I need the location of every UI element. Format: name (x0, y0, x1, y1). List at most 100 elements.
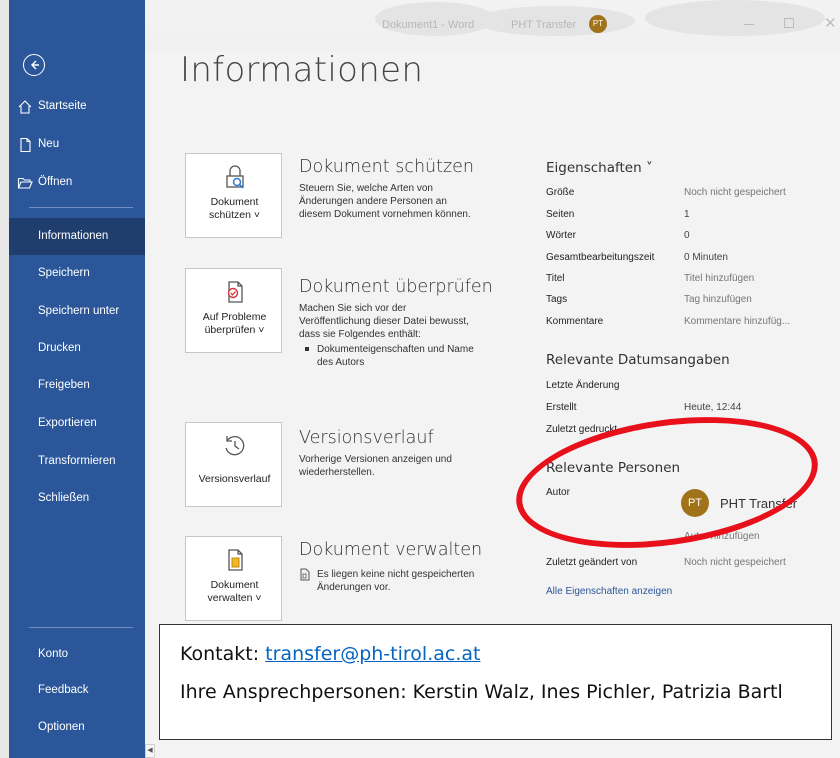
section-title-versions: Versionsverlauf (299, 428, 434, 448)
home-icon (18, 100, 32, 114)
section-title-protect: Dokument schützen (299, 157, 475, 177)
scroll-left-arrow[interactable]: ◀ (145, 744, 155, 758)
section-title-inspect: Dokument überprüfen (299, 277, 493, 297)
sidebar-item-konto[interactable]: Konto (9, 636, 145, 673)
maximize-icon[interactable] (784, 18, 794, 28)
tile-label-line1: Dokument (210, 579, 259, 591)
property-label: Titel (546, 273, 565, 284)
lock-magnifier-icon (226, 165, 244, 189)
window-edge (0, 0, 9, 758)
sidebar-item-label: Schließen (38, 492, 90, 504)
sidebar-item-informationen[interactable]: Informationen (9, 218, 145, 255)
property-value: 1 (684, 209, 690, 220)
tile-label-line2: schützen ˅ (208, 209, 261, 221)
properties-heading[interactable]: Eigenschaften ˅ (546, 160, 653, 176)
title-bar: Dokument1 - Word PHT Transfer PT ✕ (145, 0, 840, 52)
sidebar-item-label: Transformieren (38, 455, 116, 467)
tile-label-line2: überprüfen ˅ (204, 324, 265, 336)
sidebar-divider (29, 207, 133, 208)
history-clock-icon (225, 436, 245, 456)
sidebar-item-schliessen[interactable]: Schließen (9, 480, 145, 517)
title-input[interactable]: Titel hinzufügen (684, 273, 754, 284)
new-document-icon (20, 137, 31, 153)
property-label: Größe (546, 187, 575, 198)
sidebar-item-transformieren[interactable]: Transformieren (9, 443, 145, 480)
sidebar-item-freigeben[interactable]: Freigeben (9, 367, 145, 404)
tile-label-line1: Auf Probleme (202, 311, 267, 323)
tile-label-line1: Versionsverlauf (198, 473, 271, 485)
document-small-icon (300, 568, 310, 581)
property-value: Noch nicht gespeichert (684, 557, 786, 568)
theme-background-shape (645, 0, 825, 36)
property-label: Erstellt (546, 402, 577, 413)
sidebar-item-label: Feedback (38, 684, 89, 696)
close-icon[interactable]: ✕ (824, 14, 837, 32)
sidebar-divider (29, 627, 133, 628)
bullet-text: Dokumenteigenschaften und Name des Autor… (317, 344, 474, 368)
check-for-issues-button[interactable]: Auf Probleme überprüfen ˅ (185, 268, 282, 353)
section-title-manage: Dokument verwalten (299, 540, 483, 560)
property-label: Wörter (546, 230, 576, 241)
version-history-button[interactable]: Versionsverlauf (185, 422, 282, 507)
tile-label-line1: Dokument (210, 196, 259, 208)
back-arrow-icon[interactable] (23, 54, 45, 76)
sidebar-item-label: Freigeben (38, 379, 90, 391)
section-desc-inspect: Machen Sie sich vor der Veröffentlichung… (299, 303, 469, 340)
section-desc-manage: Es liegen keine nicht gespeicherten Ände… (317, 569, 475, 593)
property-value: 0 Minuten (684, 252, 728, 263)
sidebar-item-feedback[interactable]: Feedback (9, 672, 145, 709)
property-value: Heute, 12:44 (684, 402, 742, 413)
bullet-item: Dokumenteigenschaften und Name des Autor… (299, 343, 475, 369)
sidebar-item-label: Speichern (38, 267, 90, 279)
window-title: Dokument1 - Word (382, 19, 475, 31)
section-desc-manage-wrap: Es liegen keine nicht gespeicherten Ände… (299, 568, 475, 594)
sidebar-item-startseite[interactable]: Startseite (9, 88, 145, 125)
show-all-properties-link[interactable]: Alle Eigenschaften anzeigen (546, 586, 672, 597)
sidebar-item-speichern-unter[interactable]: Speichern unter (9, 293, 145, 330)
contact-info-box: Kontakt: transfer@ph-tirol.ac.at Ihre An… (159, 624, 832, 740)
property-value: 0 (684, 230, 690, 241)
tile-label-line2: verwalten ˅ (207, 592, 262, 604)
contact-line: Kontakt: transfer@ph-tirol.ac.at (180, 643, 480, 665)
sidebar-item-label: Drucken (38, 342, 81, 354)
contact-prefix: Kontakt: (180, 643, 266, 665)
property-label: Zuletzt geändert von (546, 557, 638, 568)
sidebar-item-optionen[interactable]: Optionen (9, 709, 145, 746)
property-label: Tags (546, 294, 568, 305)
minimize-icon[interactable] (744, 24, 754, 25)
manage-document-button[interactable]: Dokument verwalten ˅ (185, 536, 282, 621)
sidebar-item-label: Neu (38, 138, 60, 150)
property-label: Gesamtbearbeitungszeit (546, 252, 655, 263)
section-desc-protect: Steuern Sie, welche Arten von Änderungen… (299, 183, 471, 220)
bullet-icon (305, 347, 309, 351)
titlebar-user-name[interactable]: PHT Transfer (511, 19, 576, 31)
sidebar-item-exportieren[interactable]: Exportieren (9, 405, 145, 442)
sidebar-item-label: Informationen (38, 230, 109, 242)
word-backstage-window: Startseite Neu Öffnen Informationen Spei… (0, 0, 840, 758)
page-title: Informationen (180, 50, 424, 90)
sidebar-item-label: Startseite (38, 100, 87, 112)
section-desc-inspect-wrap: Machen Sie sich vor der Veröffentlichung… (299, 302, 475, 369)
avatar[interactable]: PT (589, 15, 607, 33)
backstage-sidebar: Startseite Neu Öffnen Informationen Spei… (9, 0, 145, 758)
sidebar-item-drucken[interactable]: Drucken (9, 330, 145, 367)
sidebar-item-speichern[interactable]: Speichern (9, 255, 145, 292)
section-desc-versions: Vorherige Versionen anzeigen und wiederh… (299, 454, 452, 478)
dates-heading: Relevante Datumsangaben (546, 352, 730, 368)
sidebar-item-label: Exportieren (38, 417, 97, 429)
sidebar-item-oeffnen[interactable]: Öffnen (9, 164, 145, 201)
property-label: Kommentare (546, 316, 604, 327)
contact-people: Ihre Ansprechpersonen: Kerstin Walz, Ine… (180, 681, 783, 703)
sidebar-item-label: Speichern unter (38, 305, 120, 317)
comments-input[interactable]: Kommentare hinzufüg... (684, 316, 790, 327)
sidebar-item-label: Öffnen (38, 176, 73, 188)
inspect-document-icon (227, 281, 243, 303)
sidebar-item-neu[interactable]: Neu (9, 126, 145, 163)
sidebar-item-label: Konto (38, 648, 69, 660)
tags-input[interactable]: Tag hinzufügen (684, 294, 752, 305)
protect-document-button[interactable]: Dokument schützen ˅ (185, 153, 282, 238)
contact-email-link[interactable]: transfer@ph-tirol.ac.at (265, 643, 480, 665)
manage-document-icon (228, 549, 243, 571)
property-label: Seiten (546, 209, 575, 220)
property-label: Letzte Änderung (546, 380, 620, 391)
